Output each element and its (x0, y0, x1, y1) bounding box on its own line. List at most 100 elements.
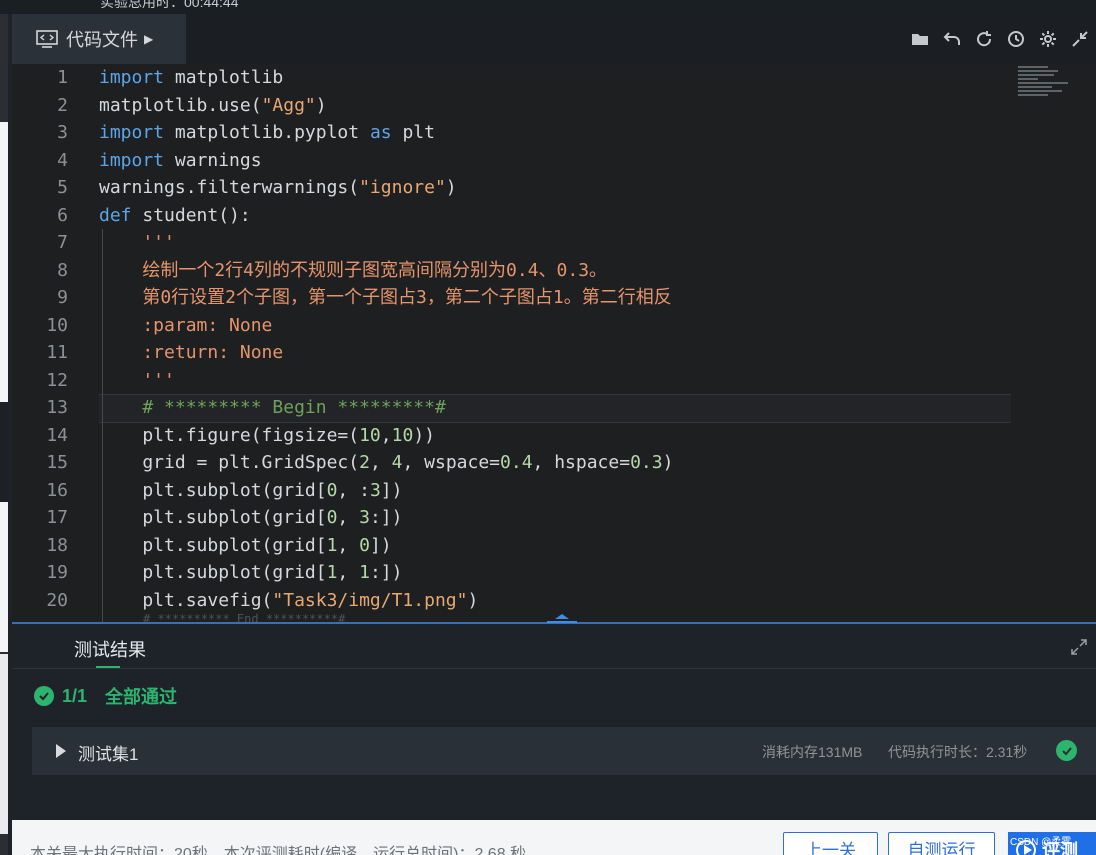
code-line[interactable]: 6 def student(): (12, 202, 1012, 230)
code-token: matplotlib.use( (99, 94, 262, 116)
code-text: import matplotlib.pyplot as plt (99, 119, 435, 147)
tab-test-results[interactable]: 测试结果 (74, 636, 146, 662)
code-token: plt.figure(figsize=( (99, 424, 360, 446)
code-editor[interactable]: 1 import matplotlib 2 matplotlib.use("Agg")… (12, 64, 1096, 622)
code-token: import (99, 122, 165, 143)
code-text: 第0行设置2个子图，第一个子图占3，第二个子图占1。第二行相反 (99, 284, 672, 312)
code-line[interactable]: 13 # ********* Begin *********# (12, 394, 1012, 422)
code-token: :]) (369, 507, 403, 528)
code-token: "ignore" (359, 177, 446, 198)
code-line[interactable]: 9 第0行设置2个子图，第一个子图占3，第二个子图占1。第二行相反 (12, 284, 1012, 312)
code-token: 1 (326, 534, 338, 556)
line-number: 11 (46, 342, 68, 363)
line-number: 10 (46, 314, 68, 336)
code-token: :]) (369, 562, 403, 583)
code-text: def student(): (99, 202, 251, 230)
code-text: import warnings (99, 147, 262, 175)
code-token: "Agg" (261, 94, 316, 116)
self-test-button[interactable]: 自测运行 (888, 832, 995, 855)
code-token: 2 (359, 452, 370, 473)
code-token: ]) (380, 479, 403, 501)
testset-row[interactable]: 测试集1 消耗内存131MB 代码执行时长：2.31秒 (32, 727, 1096, 775)
code-line[interactable]: 14 plt.figure(figsize=(10,10)) (12, 422, 1012, 450)
code-token: ) (467, 589, 479, 611)
code-token: , wspace= (402, 452, 501, 473)
line-number: 15 (46, 452, 68, 473)
code-token: 1 (326, 562, 338, 583)
code-line[interactable]: 1 import matplotlib (12, 64, 1012, 92)
settings-icon[interactable] (1032, 23, 1064, 55)
code-line[interactable]: 11 :return: None (12, 339, 1012, 367)
code-file-icon (36, 30, 58, 48)
code-text: plt.subplot(grid[0, :3]) (99, 477, 402, 505)
expand-icon[interactable] (1070, 638, 1088, 656)
line-number: 2 (57, 94, 68, 116)
code-line[interactable]: 12 ''' (12, 367, 1012, 395)
line-number: 7 (57, 232, 68, 253)
code-text: plt.subplot(grid[1, 0]) (99, 532, 392, 560)
code-minimap[interactable] (1018, 64, 1080, 106)
code-token: 绘制一个2行4列的不规则子图宽高间隔分别为0.4、0.3。 (99, 259, 608, 281)
code-token: 0.4 (500, 452, 533, 473)
collapse-icon[interactable] (1064, 23, 1096, 55)
code-token: "Task3/img/T1.png" (272, 589, 468, 611)
code-file-tab-label: 代码文件 (66, 30, 138, 50)
code-line[interactable]: 10 :param: None (12, 312, 1012, 340)
code-line[interactable]: 16 plt.subplot(grid[0, :3]) (12, 477, 1012, 505)
code-line[interactable]: 2 matplotlib.use("Agg") (12, 92, 1012, 120)
code-token: ) (445, 177, 457, 198)
code-token: :param: None (99, 314, 273, 336)
testset-name: 测试集1 (78, 745, 139, 764)
code-text: 绘制一个2行4列的不规则子图宽高间隔分别为0.4、0.3。 (99, 257, 607, 285)
code-line[interactable]: 3 import matplotlib.pyplot as plt (12, 119, 1012, 147)
code-token: 3 (359, 507, 370, 528)
code-token: 0 (326, 479, 338, 501)
code-token: , (337, 562, 360, 583)
refresh-icon[interactable] (968, 23, 1000, 55)
left-edge-strip (0, 14, 8, 855)
code-line[interactable]: 17 plt.subplot(grid[0, 3:]) (12, 504, 1012, 532)
code-token: matplotlib.pyplot (164, 122, 370, 143)
code-line[interactable]: 18 plt.subplot(grid[1, 0]) (12, 532, 1012, 560)
line-number: 3 (57, 122, 68, 143)
code-token: ) (315, 94, 327, 116)
code-token: 第0行设置2个子图，第一个子图占3，第二个子图占1。第二行相反 (99, 287, 672, 308)
code-token: plt.subplot(grid[ (99, 562, 327, 583)
code-line[interactable]: 15 grid = plt.GridSpec(2, 4, wspace=0.4,… (12, 449, 1012, 477)
top-status-bar: 实验总用时：00:44:44 (0, 0, 1096, 14)
pass-status: 全部通过 (105, 687, 178, 707)
code-token: ''' (99, 232, 175, 253)
elapsed-time-text: 实验总用时：00:44:44 (100, 0, 239, 10)
folder-icon[interactable] (904, 23, 936, 55)
expand-triangle-icon[interactable] (56, 744, 66, 758)
partial-code-line: # ********** End **********# (143, 612, 346, 622)
code-token: , hspace= (532, 452, 631, 473)
watermark: CSDN @柔雾 (1010, 837, 1072, 848)
code-line[interactable]: 19 plt.subplot(grid[1, 1:]) (12, 559, 1012, 587)
line-number: 5 (57, 177, 68, 198)
pass-count: 1/1 (62, 685, 88, 706)
code-token: 10 (359, 424, 381, 446)
prev-level-button[interactable]: 上一关 (783, 832, 878, 855)
undo-icon[interactable] (936, 23, 968, 55)
line-number: 14 (46, 424, 68, 446)
code-token: 4 (391, 452, 403, 473)
code-line[interactable]: 20 plt.savefig("Task3/img/T1.png") (12, 587, 1012, 615)
line-number: 6 (57, 204, 68, 226)
line-number: 20 (46, 589, 68, 611)
code-token: :return: None (99, 342, 284, 363)
code-line[interactable]: 8 绘制一个2行4列的不规则子图宽高间隔分别为0.4、0.3。 (12, 257, 1012, 285)
code-line[interactable]: 4 import warnings (12, 147, 1012, 175)
history-icon[interactable] (1000, 23, 1032, 55)
code-file-tab[interactable]: 代码文件 ▶ (12, 14, 186, 64)
code-token: , (337, 507, 360, 528)
results-panel: 测试结果 1/1 全部通过 测试集1 消耗内存131MB 代码执行时长：2.31… (12, 624, 1096, 820)
code-line[interactable]: 5 warnings.filterwarnings("ignore") (12, 174, 1012, 202)
line-number: 16 (46, 479, 68, 501)
code-token: ]) (369, 534, 392, 556)
editor-toolbar (904, 14, 1096, 64)
code-text: warnings.filterwarnings("ignore") (99, 174, 457, 202)
code-line[interactable]: 7 ''' (12, 229, 1012, 257)
code-token: import (99, 67, 165, 88)
code-token: matplotlib (164, 67, 284, 88)
